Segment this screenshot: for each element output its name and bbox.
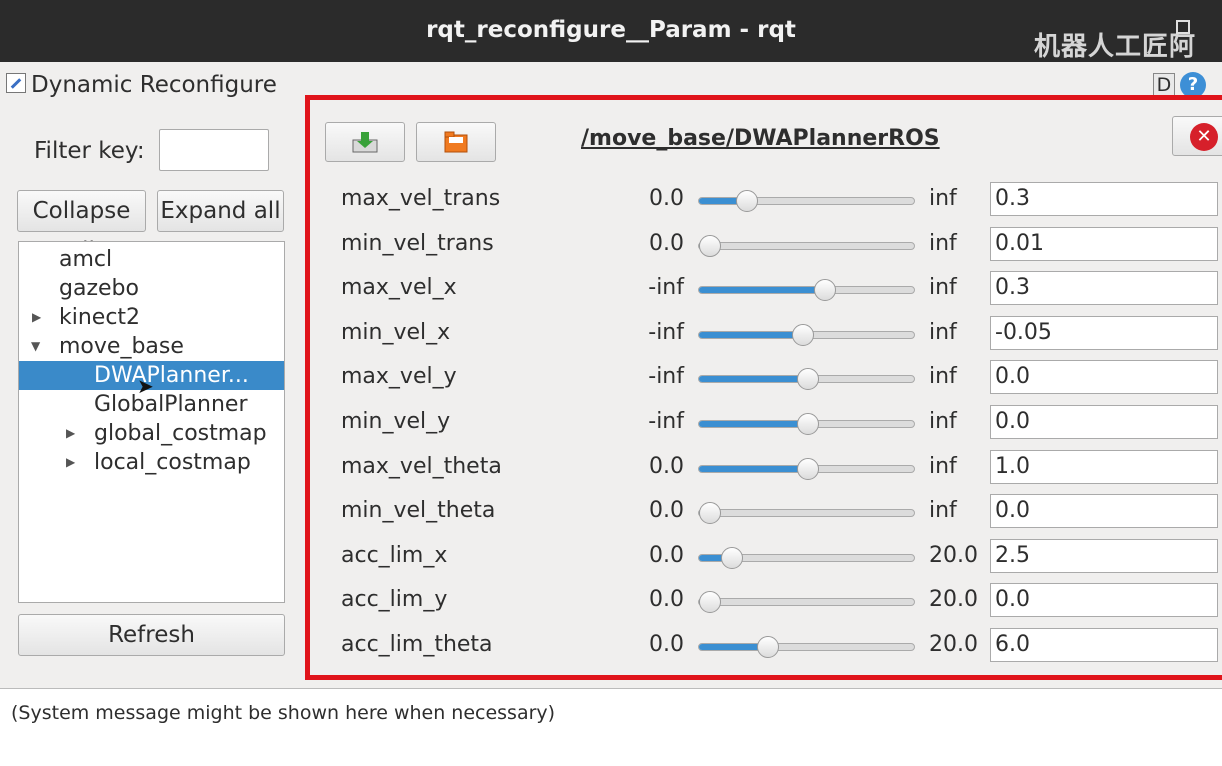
param-slider[interactable] [698,457,915,480]
param-value-input[interactable]: 0.0 [990,494,1218,529]
param-row-acc-lim-x: acc_lim_x 0.0 20.0 2.5 [0,535,1222,579]
param-value-input[interactable]: 6.0 [990,628,1218,662]
slider-handle[interactable] [736,190,758,212]
slider-fill [699,287,825,294]
param-name: min_vel_theta [341,498,496,524]
param-max: inf [929,498,957,524]
param-value-input[interactable]: 0.3 [990,182,1218,216]
param-value-input[interactable]: 2.5 [990,538,1218,573]
param-min: -inf [648,275,684,301]
slider-handle[interactable] [797,457,819,480]
param-max: inf [929,409,957,434]
param-max: inf [929,319,957,345]
status-message: (System message might be shown here when… [11,702,556,724]
slider-handle[interactable] [814,279,836,302]
param-name: acc_lim_y [341,587,448,613]
param-value-input[interactable]: 0.3 [990,271,1218,306]
save-icon [352,132,378,153]
param-min: 0.0 [649,632,684,657]
param-min: -inf [648,409,684,434]
load-params-button[interactable] [416,122,496,162]
filter-key-label: Filter key: [34,138,145,164]
param-name: max_vel_y [341,364,457,390]
param-min: 0.0 [649,186,684,211]
folder-icon [444,131,468,153]
slider-handle[interactable] [797,413,819,435]
param-min: 0.0 [649,230,684,256]
close-node-button[interactable]: ✕ [1172,116,1222,156]
param-max: 20.0 [929,542,978,568]
param-row-max-vel-theta: max_vel_theta 0.0 inf 1.0 [0,446,1222,490]
param-max: 20.0 [929,587,978,613]
param-max: 20.0 [929,632,978,657]
param-value-input[interactable]: 0.01 [990,226,1218,261]
param-slider[interactable] [698,413,915,435]
param-min: 0.0 [649,587,684,613]
param-min: 0.0 [649,453,684,479]
save-params-button[interactable] [325,122,405,162]
slider-handle[interactable] [699,234,721,257]
slider-handle[interactable] [757,636,779,658]
window-titlebar: rqt_reconfigure__Param - rqt 机器人工匠阿 [0,0,1222,62]
param-row-acc-lim-y: acc_lim_y 0.0 20.0 0.0 [0,579,1222,623]
param-min: -inf [648,319,684,345]
param-value-input[interactable]: 0.0 [990,583,1218,618]
param-min: 0.0 [649,498,684,524]
param-row-max-vel-y: max_vel_y -inf inf 0.0 [0,356,1222,400]
param-max: inf [929,453,957,479]
restore-window-icon[interactable] [1176,20,1190,34]
param-name: min_vel_y [341,409,451,434]
param-row-min-vel-theta: min_vel_theta 0.0 inf 0.0 [0,490,1222,534]
param-value-input[interactable]: 0.0 [990,405,1218,439]
slider-handle[interactable] [797,368,819,391]
param-value-input[interactable]: 0.0 [990,360,1218,395]
param-row-max-vel-trans: max_vel_trans 0.0 inf 0.3 [0,178,1222,222]
param-max: inf [929,230,957,256]
param-row-min-vel-x: min_vel_x -inf inf -0.05 [0,312,1222,356]
param-slider[interactable] [698,546,915,569]
close-icon: ✕ [1190,123,1218,151]
param-max: inf [929,275,957,301]
slider-fill [699,331,803,338]
slider-handle[interactable] [721,546,743,569]
status-area: (System message might be shown here when… [0,688,1222,766]
param-slider[interactable] [698,323,915,346]
param-row-min-vel-y: min_vel_y -inf inf 0.0 [0,401,1222,445]
slider-handle[interactable] [699,591,721,614]
watermark-text: 机器人工匠阿 [1034,32,1197,62]
param-row-acc-lim-theta: acc_lim_theta 0.0 20.0 6.0 [0,624,1222,668]
param-row-max-vel-x: max_vel_x -inf inf 0.3 [0,267,1222,311]
dock-button[interactable]: D [1153,73,1175,97]
param-slider[interactable] [698,190,915,212]
param-name: max_vel_theta [341,453,502,479]
param-min: 0.0 [649,542,684,568]
slider-handle[interactable] [792,323,814,346]
param-max: inf [929,186,957,211]
param-slider[interactable] [698,234,915,257]
param-slider[interactable] [698,368,915,391]
param-min: -inf [648,364,684,390]
plugin-title: Dynamic Reconfigure [31,72,277,98]
slider-fill [699,376,808,383]
param-name: acc_lim_theta [341,632,493,657]
param-row-min-vel-trans: min_vel_trans 0.0 inf 0.01 [0,223,1222,267]
param-name: acc_lim_x [341,542,448,568]
param-name: max_vel_trans [341,186,501,211]
param-slider[interactable] [698,502,915,525]
param-name: min_vel_x [341,319,451,345]
slider-fill [699,465,808,472]
slider-fill [699,421,808,427]
param-slider[interactable] [698,279,915,302]
param-value-input[interactable]: -0.05 [990,315,1218,350]
slider-handle[interactable] [699,502,721,525]
param-max: inf [929,364,957,390]
param-slider[interactable] [698,591,915,614]
node-name-title: /move_base/DWAPlannerROS [581,126,940,151]
plugin-icon [6,73,26,93]
param-name: max_vel_x [341,275,457,301]
param-name: min_vel_trans [341,230,494,256]
filter-key-input[interactable] [159,129,269,171]
param-value-input[interactable]: 1.0 [990,449,1218,484]
param-slider[interactable] [698,636,915,658]
